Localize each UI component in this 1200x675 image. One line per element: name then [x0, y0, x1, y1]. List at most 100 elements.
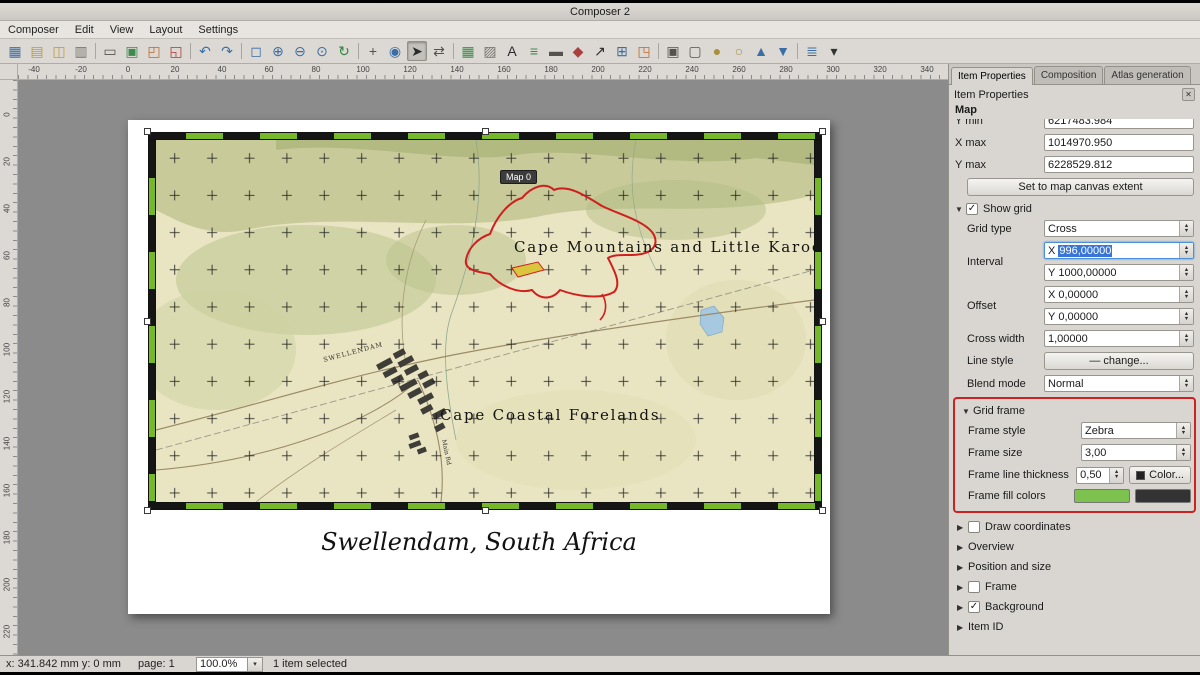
selection-handle-sw[interactable] — [144, 507, 151, 514]
add-image-icon[interactable]: ▨ — [480, 41, 500, 61]
background-checkbox[interactable] — [968, 601, 980, 613]
menu-composer[interactable]: Composer — [0, 22, 67, 38]
y-min-input[interactable]: 6217483.984 — [1044, 119, 1194, 129]
save-project-icon[interactable]: ▦ — [5, 41, 25, 61]
refresh-view-icon[interactable]: ↻ — [334, 41, 354, 61]
composition-manager-icon[interactable]: ▥ — [71, 41, 91, 61]
group-items-icon[interactable]: ▣ — [663, 41, 683, 61]
lower-items-icon[interactable]: ▼ — [773, 41, 793, 61]
zoom-combo[interactable]: 100.0% ▾ — [196, 657, 263, 672]
zoom-actual-size-icon[interactable]: ⊙ — [312, 41, 332, 61]
selection-handle-n[interactable] — [482, 128, 489, 135]
selection-handle-e[interactable] — [819, 318, 826, 325]
ungroup-items-icon[interactable]: ▢ — [685, 41, 705, 61]
select-move-item-icon[interactable]: ➤ — [407, 41, 427, 61]
interval-x-spinbox[interactable]: X996,00000 — [1044, 242, 1194, 259]
combo-arrows-icon[interactable] — [1176, 423, 1190, 438]
add-html-frame-icon[interactable]: ◳ — [634, 41, 654, 61]
add-legend-icon[interactable]: ≡ — [524, 41, 544, 61]
position-and-size-collapse-icon[interactable] — [957, 563, 968, 572]
interval-y-spinbox[interactable]: Y1000,00000 — [1044, 264, 1194, 281]
selection-handle-ne[interactable] — [819, 128, 826, 135]
pan-tool-icon[interactable]: + — [363, 41, 383, 61]
frame-checkbox[interactable] — [968, 581, 980, 593]
print-icon[interactable]: ▭ — [100, 41, 120, 61]
tab-atlas-generation[interactable]: Atlas generation — [1104, 66, 1190, 84]
offset-x-spinbox[interactable]: X0,00000 — [1044, 286, 1194, 303]
move-item-content-icon[interactable]: ⇄ — [429, 41, 449, 61]
composer-canvas[interactable]: Cape Mountains and Little Karoo Cape Coa… — [18, 80, 948, 655]
add-arrow-icon[interactable]: ↗ — [590, 41, 610, 61]
raise-items-icon[interactable]: ▲ — [751, 41, 771, 61]
item-id-collapse-icon[interactable] — [957, 623, 968, 632]
menu-view[interactable]: View — [102, 22, 142, 38]
composition-page[interactable]: Cape Mountains and Little Karoo Cape Coa… — [128, 120, 830, 614]
spin-arrows-icon[interactable] — [1179, 265, 1193, 280]
frame-style-combo[interactable]: Zebra — [1081, 422, 1191, 439]
new-composition-icon[interactable]: ▤ — [27, 41, 47, 61]
add-label-icon[interactable]: A — [502, 41, 522, 61]
add-scalebar-icon[interactable]: ▬ — [546, 41, 566, 61]
show-grid-collapse-icon[interactable] — [955, 205, 966, 214]
align-items-icon[interactable]: ≣ — [802, 41, 822, 61]
map-item-frame[interactable]: Cape Mountains and Little Karoo Cape Coa… — [148, 132, 822, 510]
zoom-tool-icon[interactable]: ◉ — [385, 41, 405, 61]
zoom-full-extent-icon[interactable]: ◻ — [246, 41, 266, 61]
offset-y-spinbox[interactable]: Y0,00000 — [1044, 308, 1194, 325]
export-as-svg-icon[interactable]: ◰ — [144, 41, 164, 61]
window-titlebar[interactable]: Composer 2 — [0, 3, 1200, 21]
panel-close-icon[interactable]: ✕ — [1182, 88, 1195, 101]
line-style-change-button[interactable]: — change... — [1044, 352, 1194, 370]
zoom-dropdown-icon[interactable]: ▾ — [248, 657, 263, 672]
y-max-input[interactable]: 6228529.812 — [1044, 156, 1194, 173]
show-grid-checkbox[interactable] — [966, 203, 978, 215]
frame-size-spinbox[interactable]: 3,00 — [1081, 444, 1191, 461]
toolbar-overflow-icon[interactable]: ▾ — [824, 41, 844, 61]
spin-arrows-icon[interactable] — [1179, 331, 1193, 346]
spin-arrows-icon[interactable] — [1179, 243, 1193, 258]
frame-color-button[interactable]: Color... — [1129, 466, 1191, 484]
combo-arrows-icon[interactable] — [1179, 221, 1193, 236]
frame-fill-color-2-swatch[interactable] — [1135, 489, 1191, 503]
zoom-out-icon[interactable]: ⊖ — [290, 41, 310, 61]
spin-arrows-icon[interactable] — [1176, 445, 1190, 460]
add-attribute-table-icon[interactable]: ⊞ — [612, 41, 632, 61]
set-to-map-canvas-extent-button[interactable]: Set to map canvas extent — [967, 178, 1194, 196]
spin-arrows-icon[interactable] — [1109, 468, 1123, 483]
composition-title-label[interactable]: Swellendam, South Africa — [128, 528, 830, 556]
export-as-pdf-icon[interactable]: ◱ — [166, 41, 186, 61]
map-item[interactable]: Cape Mountains and Little Karoo Cape Coa… — [156, 140, 814, 502]
spin-arrows-icon[interactable] — [1179, 287, 1193, 302]
duplicate-composition-icon[interactable]: ◫ — [49, 41, 69, 61]
combo-arrows-icon[interactable] — [1179, 376, 1193, 391]
cross-width-spinbox[interactable]: 1,00000 — [1044, 330, 1194, 347]
tab-composition[interactable]: Composition — [1034, 66, 1104, 84]
lock-items-icon[interactable]: ● — [707, 41, 727, 61]
export-as-image-icon[interactable]: ▣ — [122, 41, 142, 61]
selection-handle-se[interactable] — [819, 507, 826, 514]
background-collapse-icon[interactable] — [957, 603, 968, 612]
menu-layout[interactable]: Layout — [141, 22, 190, 38]
frame-line-thickness-spinbox[interactable]: 0,50 — [1076, 467, 1124, 484]
draw-coordinates-collapse-icon[interactable] — [957, 523, 968, 532]
undo-icon[interactable]: ↶ — [195, 41, 215, 61]
draw-coordinates-checkbox[interactable] — [968, 521, 980, 533]
grid-type-combo[interactable]: Cross — [1044, 220, 1194, 237]
menu-settings[interactable]: Settings — [190, 22, 246, 38]
add-basic-shape-icon[interactable]: ◆ — [568, 41, 588, 61]
overview-collapse-icon[interactable] — [957, 543, 968, 552]
zoom-value[interactable]: 100.0% — [196, 657, 248, 672]
zoom-in-icon[interactable]: ⊕ — [268, 41, 288, 61]
menu-edit[interactable]: Edit — [67, 22, 102, 38]
redo-icon[interactable]: ↷ — [217, 41, 237, 61]
spin-arrows-icon[interactable] — [1179, 309, 1193, 324]
unlock-items-icon[interactable]: ○ — [729, 41, 749, 61]
tab-item-properties[interactable]: Item Properties — [951, 67, 1033, 85]
x-max-input[interactable]: 1014970.950 — [1044, 134, 1194, 151]
blend-mode-combo[interactable]: Normal — [1044, 375, 1194, 392]
frame-fill-color-1-swatch[interactable] — [1074, 489, 1130, 503]
frame-collapse-icon[interactable] — [957, 583, 968, 592]
add-new-map-icon[interactable]: ▦ — [458, 41, 478, 61]
selection-handle-w[interactable] — [144, 318, 151, 325]
selection-handle-nw[interactable] — [144, 128, 151, 135]
